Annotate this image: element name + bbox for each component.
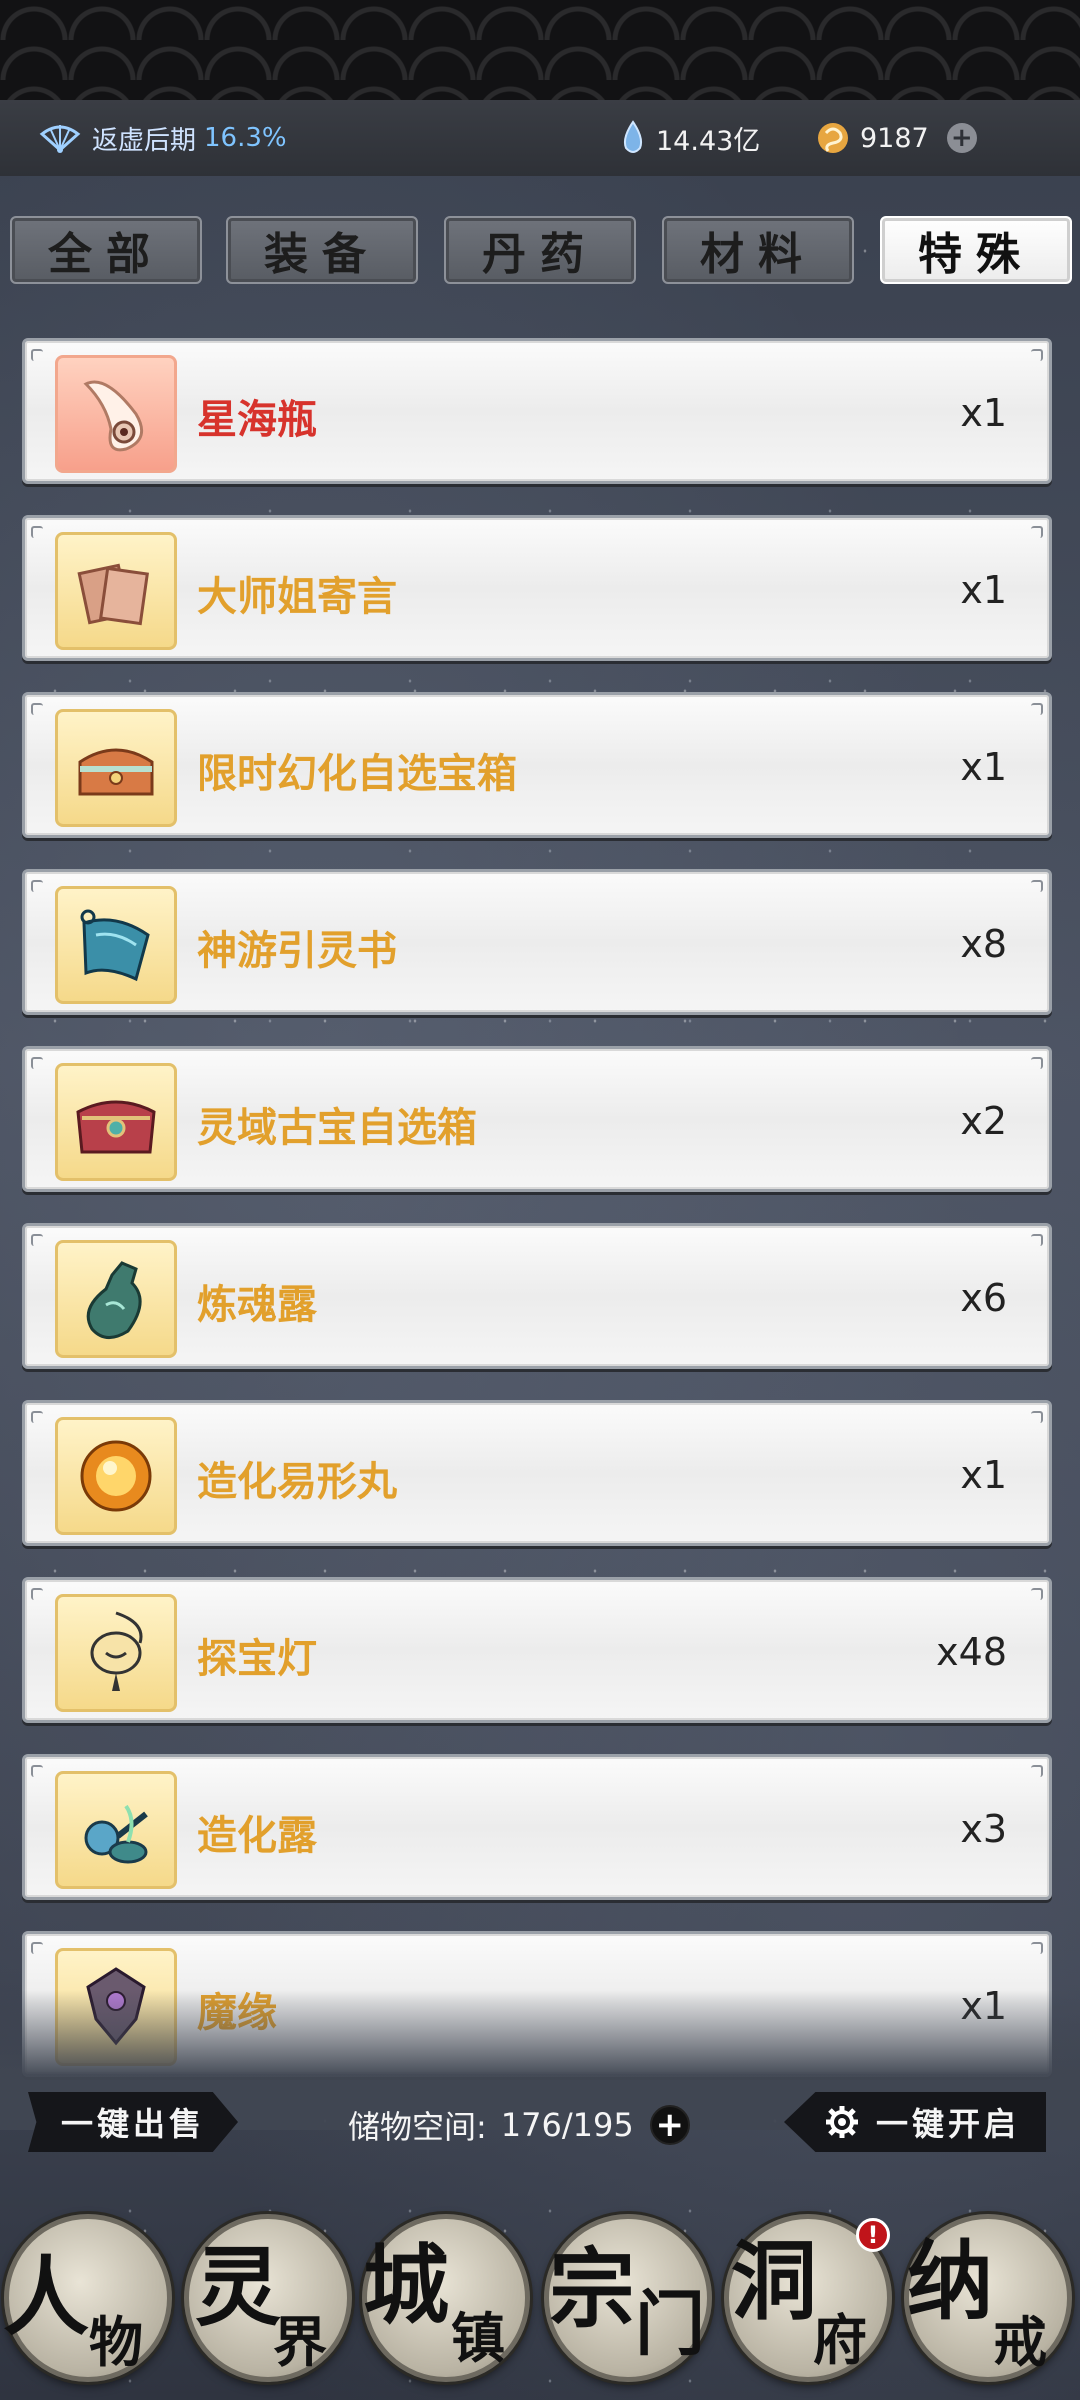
item-quantity: x1 (960, 1453, 1007, 1497)
item-quantity: x48 (936, 1630, 1007, 1674)
item-quantity: x6 (960, 1276, 1007, 1320)
nav-town-button[interactable]: 城 镇 (362, 2214, 530, 2382)
item-quantity: x2 (960, 1099, 1007, 1143)
item-quantity: x1 (960, 391, 1007, 435)
jade-counter: 9187 + (816, 121, 977, 155)
item-name: 神游引灵书 (197, 928, 397, 974)
list-item[interactable]: 星海瓶 x1 (22, 338, 1052, 484)
open-all-label: 一键开启 (875, 2105, 1020, 2143)
list-item[interactable]: 探宝灯 x48 (22, 1577, 1052, 1723)
list-item[interactable]: 造化露 x3 (22, 1754, 1052, 1900)
storage-label: 储物空间: (348, 2108, 487, 2146)
nav-char-1: 人 (3, 2247, 89, 2348)
tab-equipment[interactable]: 装备 (226, 216, 418, 284)
item-name: 造化易形丸 (197, 1459, 397, 1505)
letter-scroll-icon (55, 532, 177, 650)
nav-character-button[interactable]: 人 物 (3, 2214, 172, 2382)
item-name: 限时幻化自选宝箱 (197, 751, 517, 797)
tab-materials[interactable]: 材料 (662, 216, 854, 284)
nav-char-1: 灵 (195, 2237, 281, 2338)
list-item[interactable]: 造化易形丸 x1 (22, 1400, 1052, 1546)
list-item[interactable]: 神游引灵书 x8 (22, 869, 1052, 1015)
item-name: 大师姐寄言 (197, 574, 397, 620)
realm-percent: 16.3% (204, 123, 287, 153)
category-tabs: 全部 装备 丹药 材料 特殊 (10, 216, 1074, 286)
open-all-button[interactable]: 一键开启 (784, 2092, 1046, 2152)
nav-char-2: 戒 (993, 2310, 1047, 2374)
list-item[interactable]: 限时幻化自选宝箱 x1 (22, 692, 1052, 838)
fan-icon (39, 125, 81, 153)
item-name: 探宝灯 (197, 1636, 317, 1682)
item-name: 造化露 (197, 1813, 317, 1859)
notification-badge: ! (856, 2218, 890, 2252)
tab-all[interactable]: 全部 (10, 216, 202, 284)
treasure-chest-icon (55, 709, 177, 827)
item-quantity: x8 (960, 922, 1007, 966)
jade-coin-icon (818, 123, 848, 153)
nav-char-1: 洞 (731, 2231, 817, 2332)
sell-all-button[interactable]: 一键出售 (28, 2092, 238, 2152)
list-item[interactable]: 灵域古宝自选箱 x2 (22, 1046, 1052, 1192)
status-bar: 返虚后期 16.3% 14.43亿 9187 + (0, 100, 1080, 176)
list-item[interactable]: 大师姐寄言 x1 (22, 515, 1052, 661)
add-jade-button[interactable]: + (946, 123, 977, 153)
inventory-action-bar: 一键出售 储物空间: 176/195 + 一键开启 (0, 2080, 1080, 2166)
spirit-stone-value: 14.43亿 (656, 125, 761, 157)
tab-pills[interactable]: 丹药 (444, 216, 636, 284)
spirit-scroll-icon (55, 886, 177, 1004)
nav-char-2: 镇 (451, 2306, 505, 2370)
star-sea-bottle-icon (55, 355, 177, 473)
nav-spirit-realm-button[interactable]: 灵 界 (184, 2214, 352, 2382)
jade-value: 9187 (860, 122, 929, 154)
nav-char-1: 城 (363, 2235, 449, 2336)
realm-info[interactable]: 返虚后期 16.3% (38, 120, 287, 157)
expand-storage-button[interactable]: + (649, 2105, 690, 2145)
gear-icon (826, 2106, 858, 2138)
nav-char-2: 府 (813, 2308, 867, 2372)
top-decorative-pattern (0, 0, 1080, 100)
spirit-stone-icon (623, 120, 643, 153)
golden-pill-icon (55, 1417, 177, 1535)
item-name: 星海瓶 (197, 397, 317, 443)
storage-value: 176/195 (500, 2106, 634, 2144)
nav-char-1: 纳 (907, 2231, 993, 2332)
soul-dew-icon (55, 1240, 177, 1358)
nav-char-2: 物 (89, 2310, 143, 2374)
item-quantity: x1 (960, 568, 1007, 612)
storage-info: 储物空间: 176/195 + (348, 2102, 690, 2148)
ancient-chest-icon (55, 1063, 177, 1181)
tab-special[interactable]: 特殊 (880, 216, 1072, 284)
item-quantity: x3 (960, 1807, 1007, 1851)
list-item[interactable]: 炼魂露 x6 (22, 1223, 1052, 1369)
item-name: 灵域古宝自选箱 (197, 1105, 477, 1151)
treasure-lamp-icon (55, 1594, 177, 1712)
nav-storage-ring-button[interactable]: 纳 戒 (904, 2214, 1072, 2382)
item-quantity: x1 (960, 745, 1007, 789)
nav-char-1: 宗 (549, 2239, 635, 2340)
nav-sect-button[interactable]: 宗 门 (544, 2214, 712, 2382)
item-name: 炼魂露 (197, 1282, 317, 1328)
creation-dew-icon (55, 1771, 177, 1889)
nav-char-2: 界 (273, 2310, 327, 2374)
spirit-stone-counter: 14.43亿 (620, 119, 760, 158)
realm-label: 返虚后期 (92, 125, 197, 156)
nav-char-2: 门 (635, 2282, 705, 2365)
bottom-navigation: 人 物 灵 界 城 镇 宗 门 洞 府 ! 纳 戒 (0, 2200, 1080, 2400)
